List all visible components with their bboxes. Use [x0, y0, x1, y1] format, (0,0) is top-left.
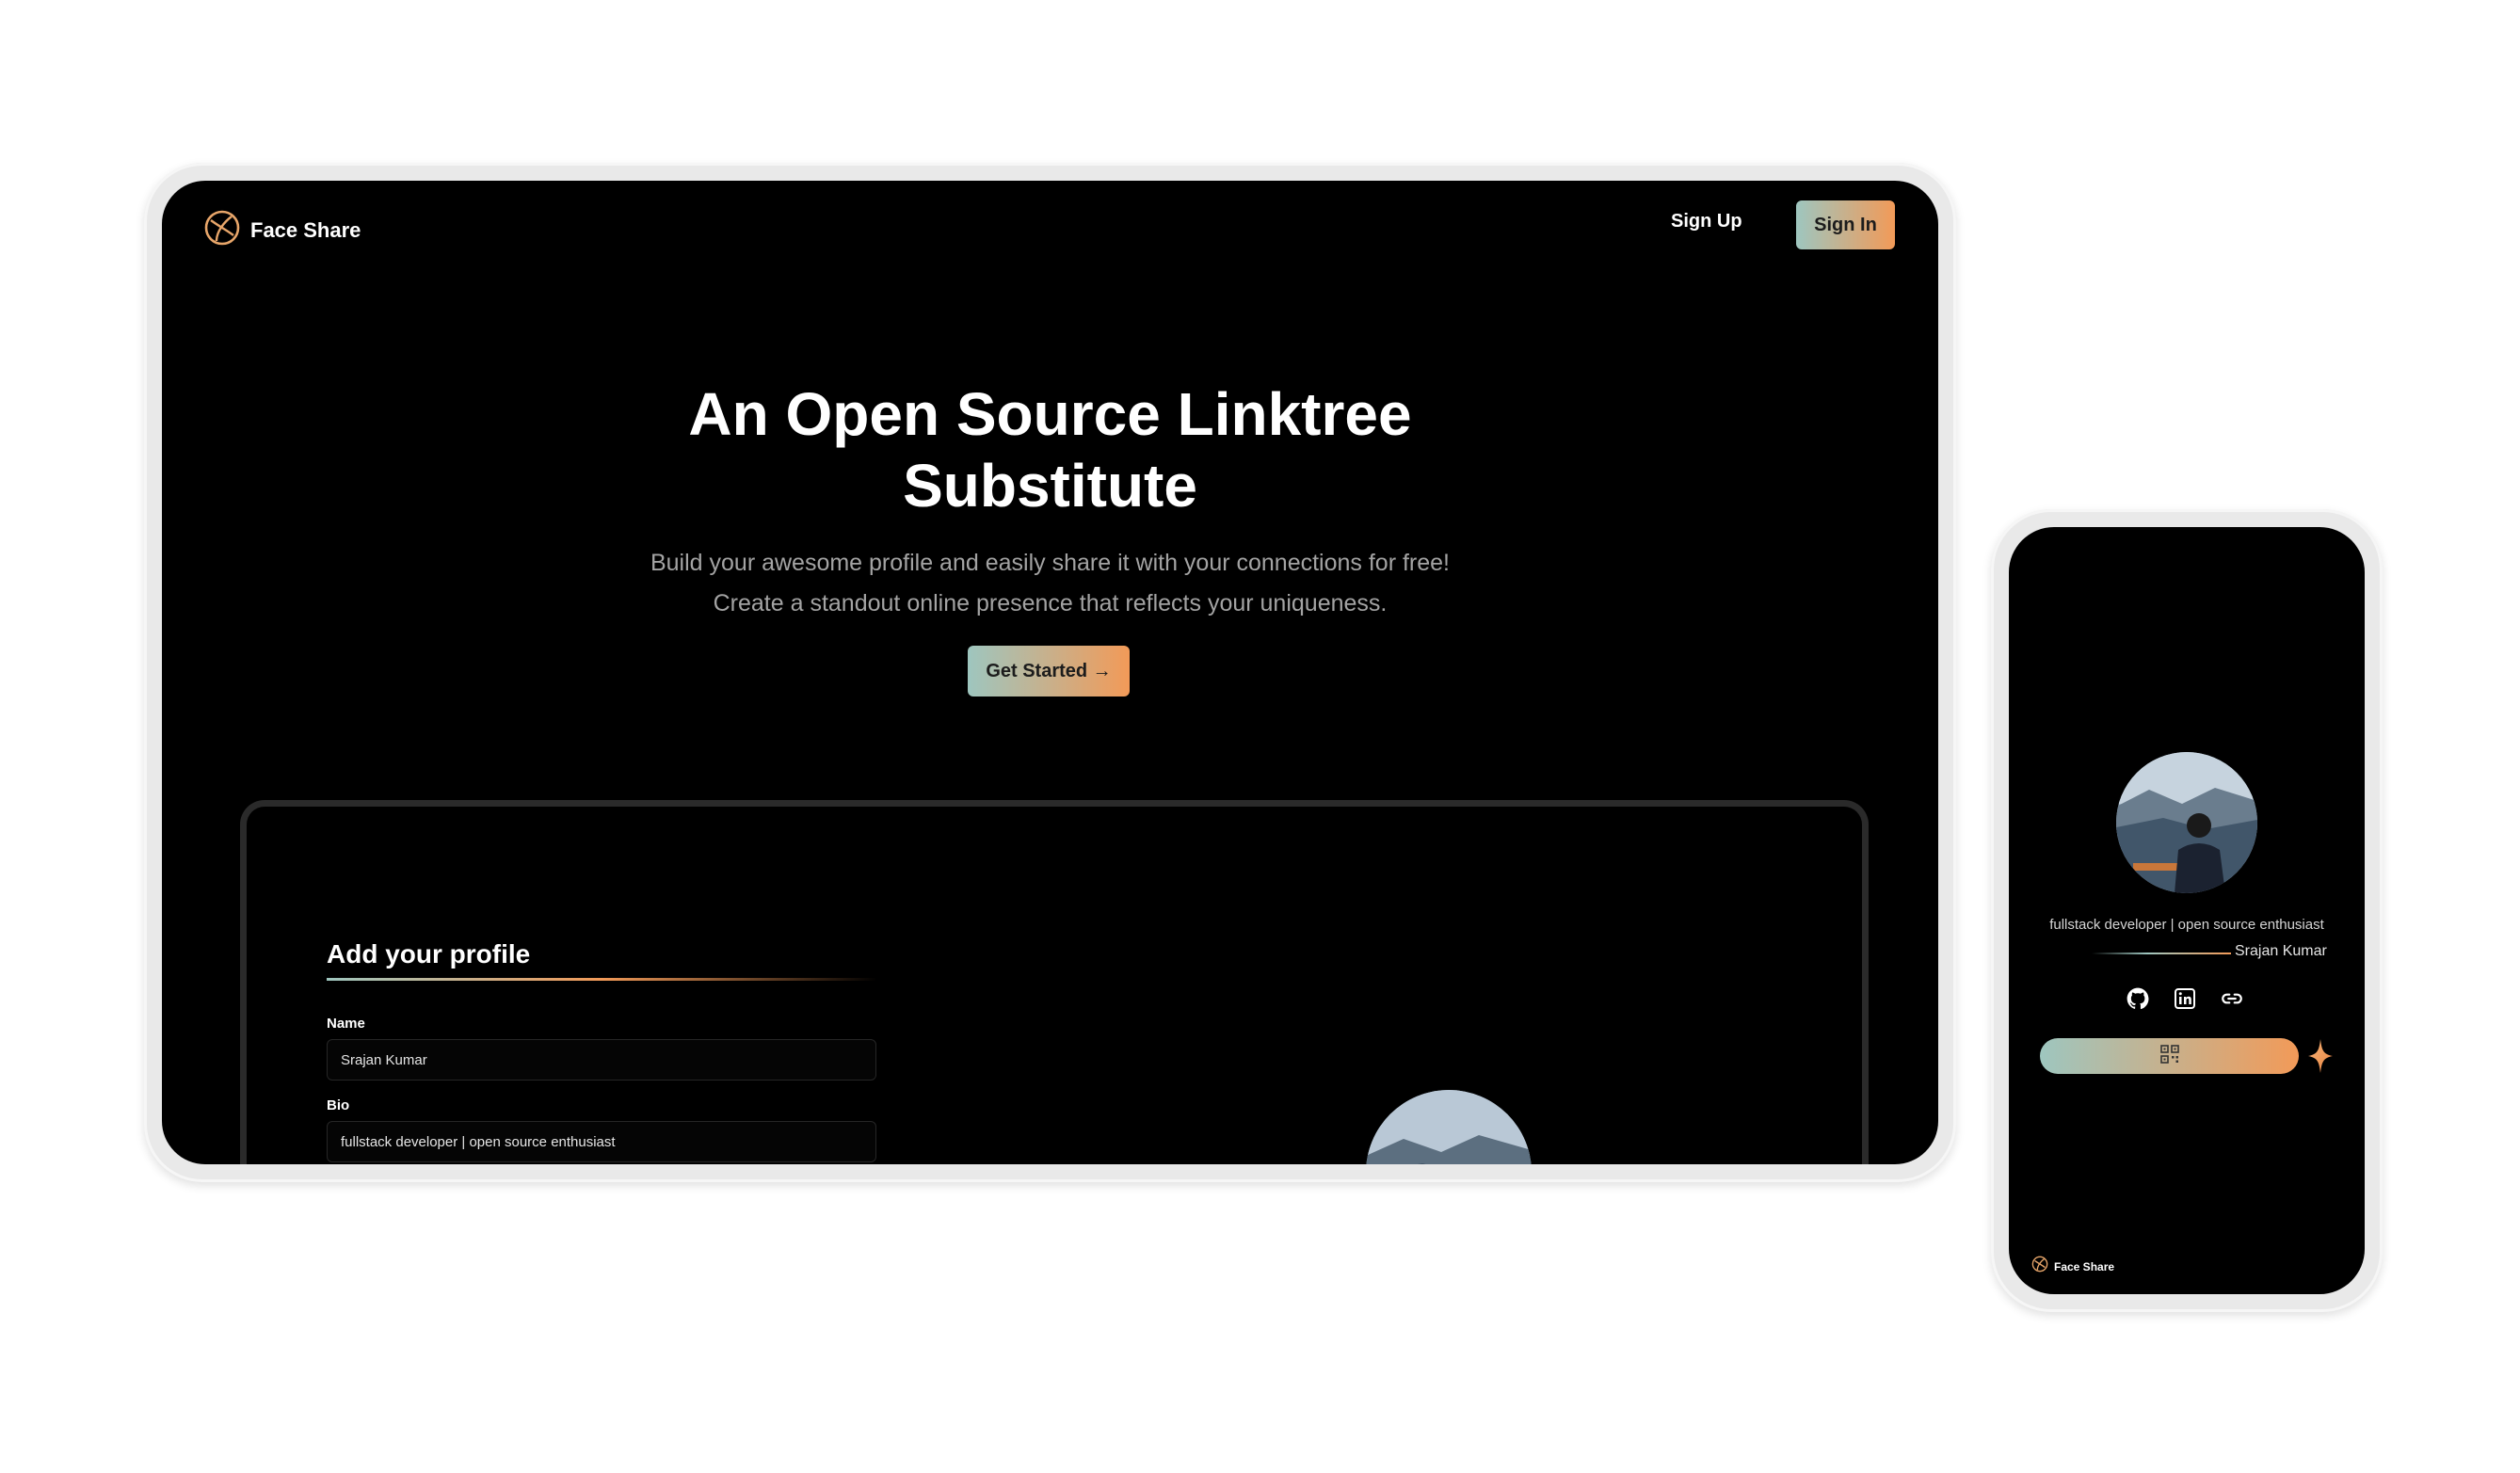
phone-screen: fullstack developer | open source enthus…: [2009, 527, 2365, 1294]
name-label: Name: [327, 1016, 365, 1032]
avatar: [2116, 752, 2257, 893]
phone-name: Srajan Kumar: [2235, 943, 2327, 959]
get-started-button[interactable]: Get Started →: [968, 646, 1130, 696]
phone-device-frame: fullstack developer | open source enthus…: [1991, 509, 2383, 1312]
nav-brand[interactable]: Face Share: [203, 209, 361, 251]
share-qr-button[interactable]: [2040, 1038, 2299, 1074]
sparkle-icon[interactable]: [2308, 1039, 2333, 1078]
phone-footer-brand[interactable]: Face Share: [2031, 1256, 2114, 1277]
hero-subtitle-line-2: Create a standout online presence that r…: [713, 590, 1388, 616]
desktop-screen: Face Share Sign Up Sign In An Open Sourc…: [162, 181, 1938, 1164]
qr-code-icon: [2159, 1044, 2179, 1068]
face-share-logo-icon: [2031, 1256, 2048, 1277]
profile-preview-panel: [240, 800, 1869, 1164]
footer-brand-name: Face Share: [2054, 1259, 2115, 1273]
sign-in-button[interactable]: Sign In: [1796, 200, 1895, 249]
link-icon[interactable]: [2219, 985, 2245, 1012]
hero-subtitle-line-1: Build your awesome profile and easily sh…: [650, 550, 1451, 576]
hero-title-line-2: Substitute: [903, 452, 1197, 520]
heading-underline: [327, 978, 877, 981]
hero-title-line-1: An Open Source Linktree: [688, 380, 1412, 448]
name-accent-line: [2092, 953, 2231, 954]
name-input[interactable]: Srajan Kumar: [327, 1039, 876, 1081]
github-icon[interactable]: [2125, 985, 2151, 1012]
name-input-value: Srajan Kumar: [341, 1051, 427, 1068]
phone-bio: fullstack developer | open source enthus…: [2049, 917, 2324, 933]
add-profile-heading: Add your profile: [327, 939, 531, 969]
bio-label: Bio: [327, 1097, 350, 1113]
bio-input-value: fullstack developer | open source enthus…: [341, 1133, 616, 1150]
brand-name: Face Share: [250, 217, 361, 242]
sign-up-link[interactable]: Sign Up: [1671, 211, 1742, 232]
social-links: [2125, 985, 2245, 1012]
hero-subtitle: Build your awesome profile and easily sh…: [162, 543, 1938, 624]
bio-input[interactable]: fullstack developer | open source enthus…: [327, 1121, 876, 1162]
linkedin-icon[interactable]: [2172, 985, 2198, 1012]
hero-title: An Open Source Linktree Substitute: [162, 378, 1938, 521]
face-share-logo-icon: [203, 209, 241, 251]
desktop-device-frame: Face Share Sign Up Sign In An Open Sourc…: [144, 163, 1956, 1182]
